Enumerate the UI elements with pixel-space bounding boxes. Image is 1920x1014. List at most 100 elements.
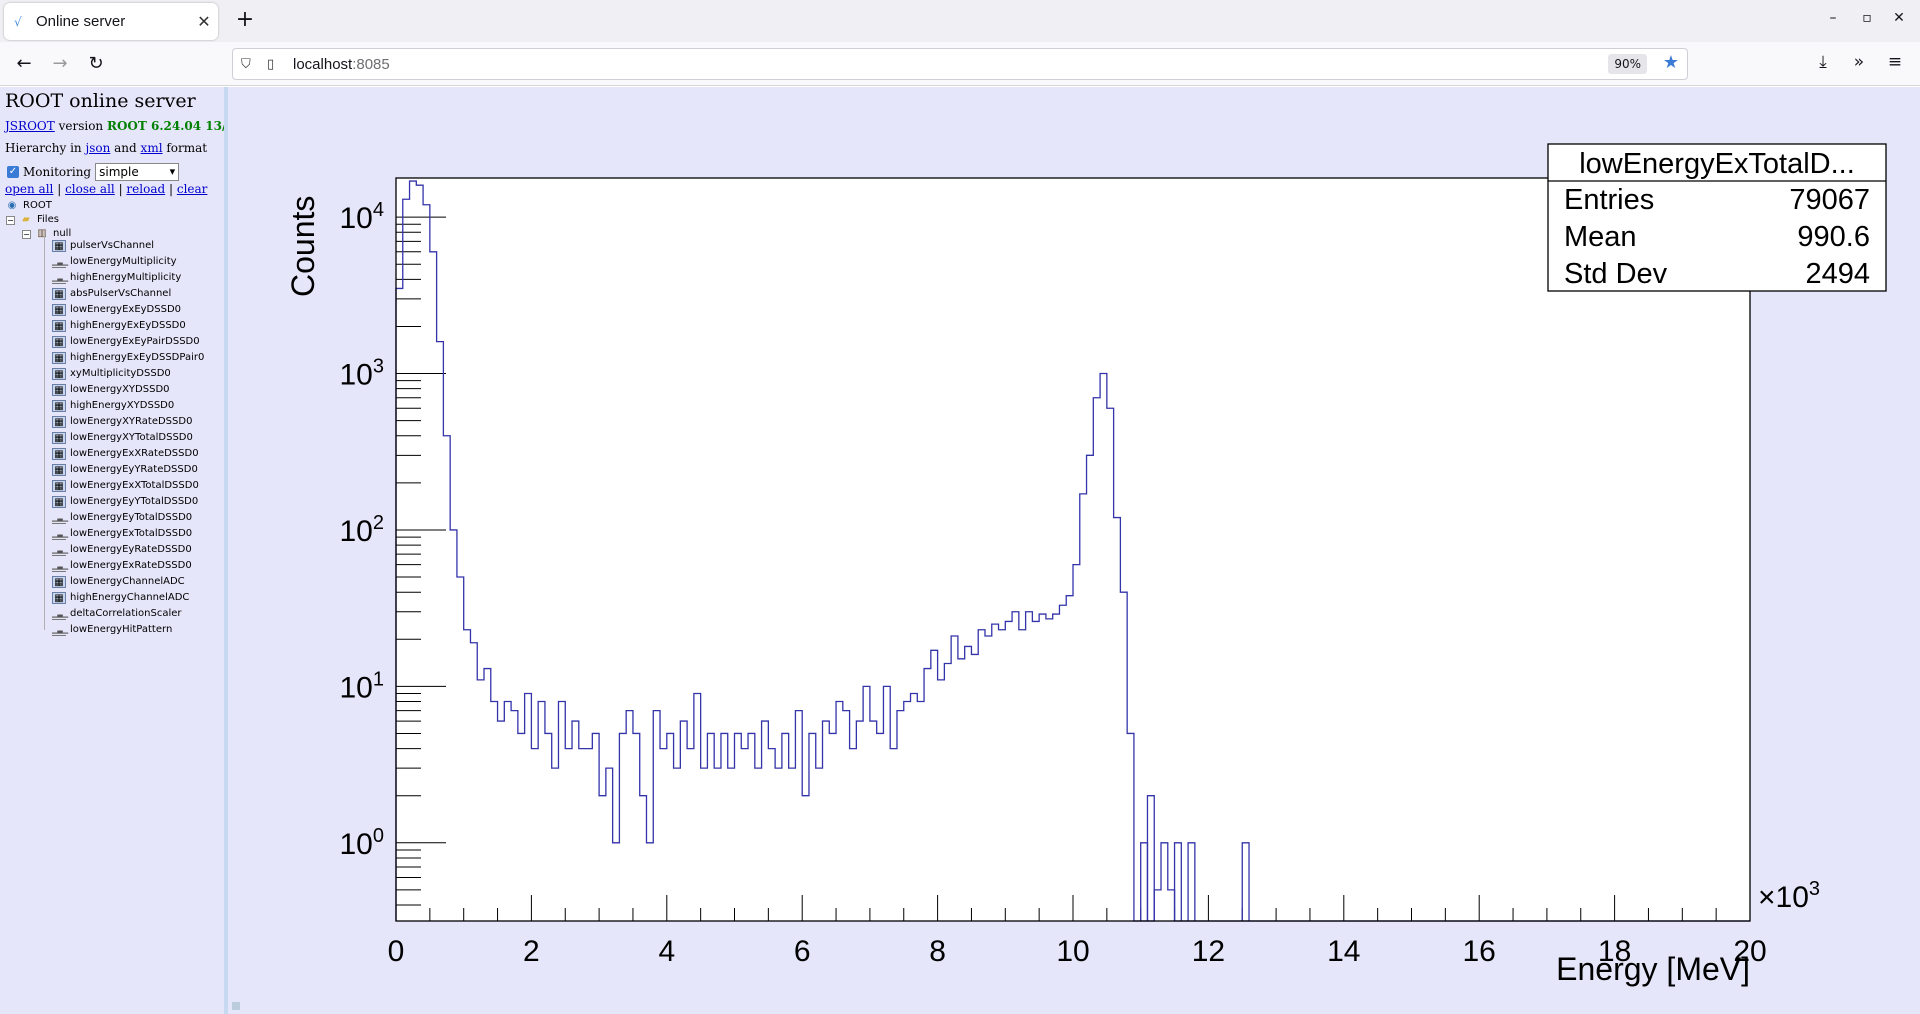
xml-link[interactable]: xml xyxy=(141,141,163,155)
zoom-level[interactable]: 90% xyxy=(1608,54,1647,74)
tree-item[interactable]: ▁▃▁ deltaCorrelationScaler xyxy=(52,606,181,622)
version-value: ROOT 6.24.04 13/07/2 xyxy=(106,119,224,133)
bookmark-star-icon[interactable]: ★ xyxy=(1663,52,1679,73)
tree-item-label: lowEnergyExTotalDSSD0 xyxy=(70,528,193,539)
tree-item-label: lowEnergyExXTotalDSSD0 xyxy=(70,480,199,491)
close-tab-icon[interactable]: ✕ xyxy=(190,12,218,31)
tree-item-label: highEnergyChannelADC xyxy=(70,592,190,603)
tree-item[interactable]: ▦ highEnergyExEyDSSD0 xyxy=(52,318,186,334)
format-word: format xyxy=(166,141,208,155)
tree-item[interactable]: ▦ lowEnergyEyYRateDSSD0 xyxy=(52,462,198,478)
histogram-2d-icon: ▦ xyxy=(52,592,66,604)
page-icon[interactable]: ▯ xyxy=(267,57,283,72)
histogram-2d-icon: ▦ xyxy=(52,480,66,492)
tree-item-label: lowEnergyHitPattern xyxy=(70,624,173,635)
reload-link[interactable]: reload xyxy=(126,182,165,196)
reload-button[interactable]: ↻ xyxy=(82,51,110,77)
tree-item[interactable]: ▁▃▁ lowEnergyExTotalDSSD0 xyxy=(52,526,192,542)
menu-icon[interactable]: ≡ xyxy=(1883,52,1907,72)
shield-icon[interactable]: ⛉ xyxy=(241,57,257,72)
tree-item[interactable]: ▦ highEnergyExEyDSSDPair0 xyxy=(52,350,204,366)
tree-item[interactable]: ▦ lowEnergyExEyPairDSSD0 xyxy=(52,334,200,350)
minimize-icon[interactable]: – xyxy=(1823,10,1843,26)
tree-item-label: lowEnergyExEyPairDSSD0 xyxy=(70,336,200,347)
tree-item[interactable]: ▦ lowEnergyXYRateDSSD0 xyxy=(52,414,192,430)
url-text[interactable]: localhost:8085 xyxy=(293,56,390,73)
tree-item-label: highEnergyExEyDSSDPair0 xyxy=(70,352,205,363)
page-content: ROOT online server JSROOT version ROOT 6… xyxy=(0,87,1920,1014)
collapse-icon[interactable]: − xyxy=(6,215,15,225)
close-window-icon[interactable]: ✕ xyxy=(1889,10,1909,26)
tree-item-label: highEnergyXYDSSD0 xyxy=(70,400,175,411)
histogram-1d-icon: ▁▃▁ xyxy=(52,530,69,540)
monitoring-select[interactable]: simple xyxy=(95,163,180,181)
histogram-2d-icon: ▦ xyxy=(52,400,66,412)
tree-item[interactable]: ▁▃▁ highEnergyMultiplicity xyxy=(52,270,181,286)
open-all-link[interactable]: open all xyxy=(5,182,53,196)
navigation-bar: ← → ↻ ⛉ ▯ localhost:8085 90% ★ ⤓ » ≡ xyxy=(0,42,1920,86)
histogram-2d-icon: ▦ xyxy=(52,240,66,252)
tab-online-server[interactable]: √ Online server ✕ xyxy=(4,3,218,40)
back-button[interactable]: ← xyxy=(10,51,38,77)
histogram-2d-icon: ▦ xyxy=(52,288,66,300)
tree-item[interactable]: ▁▃▁ lowEnergyEyRateDSSD0 xyxy=(52,542,192,558)
tree-item[interactable]: ▁▃▁ lowEnergyEyTotalDSSD0 xyxy=(52,510,192,526)
url-bar[interactable]: ⛉ ▯ localhost:8085 90% ★ xyxy=(232,48,1688,80)
histogram-2d-icon: ▦ xyxy=(52,576,66,588)
histogram-2d-icon: ▦ xyxy=(52,416,66,428)
overflow-chevron-icon[interactable]: » xyxy=(1847,52,1871,72)
downloads-icon[interactable]: ⤓ xyxy=(1811,52,1835,72)
tree-item-label: lowEnergyChannelADC xyxy=(70,576,185,587)
tree-item[interactable]: ▦ lowEnergyExEyDSSD0 xyxy=(52,302,181,318)
tree-item[interactable]: ▦ lowEnergyXYDSSD0 xyxy=(52,382,170,398)
tree-item[interactable]: ▦ lowEnergyChannelADC xyxy=(52,574,185,590)
stats-entries-label: Entries xyxy=(1564,184,1654,216)
new-tab-button[interactable]: + xyxy=(232,8,258,34)
hierarchy-prefix: Hierarchy in xyxy=(5,141,82,155)
tree-item[interactable]: ▦ pulserVsChannel xyxy=(52,238,154,254)
y-axis-title: Counts xyxy=(285,196,321,297)
tree-item-label: lowEnergyXYDSSD0 xyxy=(70,384,170,395)
tree-item-label: xyMultiplicityDSSD0 xyxy=(70,368,171,379)
tree-item-label: lowEnergyXYTotalDSSD0 xyxy=(70,432,193,443)
maximize-icon[interactable]: ▫ xyxy=(1857,10,1877,26)
histogram-2d-icon: ▦ xyxy=(52,464,66,476)
clear-link[interactable]: clear xyxy=(177,182,208,196)
close-all-link[interactable]: close all xyxy=(65,182,115,196)
url-host: localhost xyxy=(293,55,353,73)
panel-title: ROOT online server xyxy=(5,90,196,112)
globe-icon: ◉ xyxy=(7,200,17,211)
tab-title: Online server xyxy=(36,13,126,30)
histogram-1d-icon: ▁▃▁ xyxy=(52,610,69,620)
tree-item[interactable]: ▁▃▁ lowEnergyMultiplicity xyxy=(52,254,177,270)
stats-stddev-label: Std Dev xyxy=(1564,258,1668,290)
tree-item-label: pulserVsChannel xyxy=(70,240,155,251)
tree-item-label: absPulserVsChannel xyxy=(70,288,172,299)
collapse-icon[interactable]: − xyxy=(22,229,31,239)
version-line: JSROOT version ROOT 6.24.04 13/07/2 xyxy=(5,119,224,133)
forward-button[interactable]: → xyxy=(46,51,74,77)
histogram-2d-icon: ▦ xyxy=(52,320,66,332)
x-tick-label: 4 xyxy=(658,935,675,968)
tree-item[interactable]: ▁▃▁ lowEnergyExRateDSSD0 xyxy=(52,558,192,574)
tree-item-label: lowEnergyEyTotalDSSD0 xyxy=(70,512,193,523)
tree-item[interactable]: ▦ absPulserVsChannel xyxy=(52,286,171,302)
tree-item[interactable]: ▦ lowEnergyExXRateDSSD0 xyxy=(52,446,199,462)
jsroot-link[interactable]: JSROOT xyxy=(5,119,55,133)
x-tick-label: 0 xyxy=(388,935,405,968)
tree-item-label: highEnergyMultiplicity xyxy=(70,272,182,283)
monitoring-checkbox[interactable]: ✓ xyxy=(7,166,19,178)
resize-handle[interactable] xyxy=(232,1002,240,1010)
tree-item[interactable]: ▦ highEnergyChannelADC xyxy=(52,590,189,606)
root-favicon-icon: √ xyxy=(14,14,22,29)
tree-item[interactable]: ▦ xyMultiplicityDSSD0 xyxy=(52,366,171,382)
stats-box[interactable]: lowEnergyExTotalD... Entries 79067 Mean … xyxy=(1547,143,1887,292)
tree-item[interactable]: ▦ lowEnergyEyYTotalDSSD0 xyxy=(52,494,198,510)
tree-item[interactable]: ▁▃▁ lowEnergyHitPattern xyxy=(52,622,172,638)
histogram-2d-icon: ▦ xyxy=(52,304,66,316)
tree-item[interactable]: ▦ highEnergyXYDSSD0 xyxy=(52,398,174,414)
json-link[interactable]: json xyxy=(85,141,110,155)
tree-item[interactable]: ▦ lowEnergyExXTotalDSSD0 xyxy=(52,478,199,494)
histogram-canvas[interactable]: 0 2 4 6 8 10 12 14 16 18 20 100101102103104 ×103 E… xyxy=(228,87,1920,1014)
tree-item[interactable]: ▦ lowEnergyXYTotalDSSD0 xyxy=(52,430,193,446)
